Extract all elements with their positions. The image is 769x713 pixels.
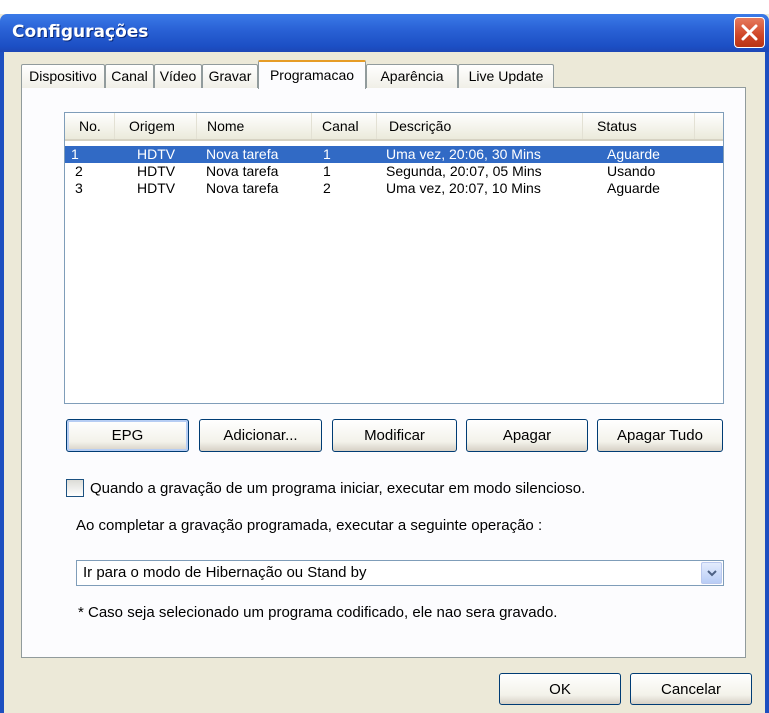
close-button[interactable] [734,17,765,48]
silent-mode-checkbox[interactable] [66,479,84,497]
cell-nome: Nova tarefa [206,146,279,162]
column-header-no[interactable]: No. [65,113,115,139]
cell-canal: 2 [323,180,331,196]
add-button[interactable]: Adicionar... [199,419,322,452]
cancel-button[interactable]: Cancelar [630,673,752,705]
table-row[interactable]: 3 HDTV Nova tarefa 2 Uma vez, 20:07, 10 … [65,180,723,197]
tab-dispositivo[interactable]: Dispositivo [21,64,105,88]
after-recording-select[interactable]: Ir para o modo de Hibernação ou Stand by [76,560,724,586]
modify-button[interactable]: Modificar [332,419,457,452]
cell-origem: HDTV [137,146,176,162]
cell-canal: 1 [323,146,331,162]
tab-aparencia[interactable]: Aparência [366,64,458,88]
silent-mode-label[interactable]: Quando a gravação de um programa iniciar… [90,480,585,497]
chevron-down-icon [707,570,717,577]
list-header: No. Origem Nome Canal Descrição Status [65,113,723,141]
cell-origem: HDTV [137,163,176,179]
cell-status: Usando [607,163,656,179]
column-header-status[interactable]: Status [583,113,695,139]
encoded-program-note: * Caso seja selecionado um programa codi… [78,604,558,621]
tab-live-update[interactable]: Live Update [458,64,554,88]
column-header-nome[interactable]: Nome [197,113,312,139]
tab-programacao[interactable]: Programacao [258,60,366,89]
cell-status: Aguarde [607,146,660,162]
delete-button[interactable]: Apagar [466,419,588,452]
after-recording-label: Ao completar a gravação programada, exec… [76,517,543,534]
tab-canal[interactable]: Canal [105,64,154,88]
top-strip [0,0,769,14]
tab-gravar[interactable]: Gravar [202,64,258,88]
cell-origem: HDTV [137,180,176,196]
window-border-left [0,52,4,713]
cell-no: 2 [75,163,83,179]
cell-descricao: Uma vez, 20:06, 30 Mins [386,146,541,162]
column-header-origem[interactable]: Origem [115,113,197,139]
table-row[interactable]: 1 HDTV Nova tarefa 1 Uma vez, 20:06, 30 … [65,146,723,163]
ok-button[interactable]: OK [499,673,621,705]
cell-nome: Nova tarefa [206,180,279,196]
cell-descricao: Segunda, 20:07, 05 Mins [386,163,542,179]
epg-button[interactable]: EPG [66,419,189,452]
cell-descricao: Uma vez, 20:07, 10 Mins [386,180,541,196]
dropdown-button[interactable] [701,562,722,584]
column-header-descricao[interactable]: Descrição [377,113,583,139]
after-recording-value: Ir para o modo de Hibernação ou Stand by [83,564,367,581]
cell-no: 3 [75,180,83,196]
delete-all-button[interactable]: Apagar Tudo [597,419,723,452]
schedule-list[interactable]: No. Origem Nome Canal Descrição Status 1… [64,112,724,404]
window-title: Configurações [12,22,149,42]
title-bar[interactable]: Configurações [0,14,769,52]
column-header-canal[interactable]: Canal [312,113,377,139]
cell-nome: Nova tarefa [206,163,279,179]
cell-no: 1 [71,146,79,162]
close-icon [741,24,758,41]
window-border-right [765,52,769,713]
tab-video[interactable]: Vídeo [154,64,202,88]
table-row[interactable]: 2 HDTV Nova tarefa 1 Segunda, 20:07, 05 … [65,163,723,180]
cell-canal: 1 [323,163,331,179]
cell-status: Aguarde [607,180,660,196]
